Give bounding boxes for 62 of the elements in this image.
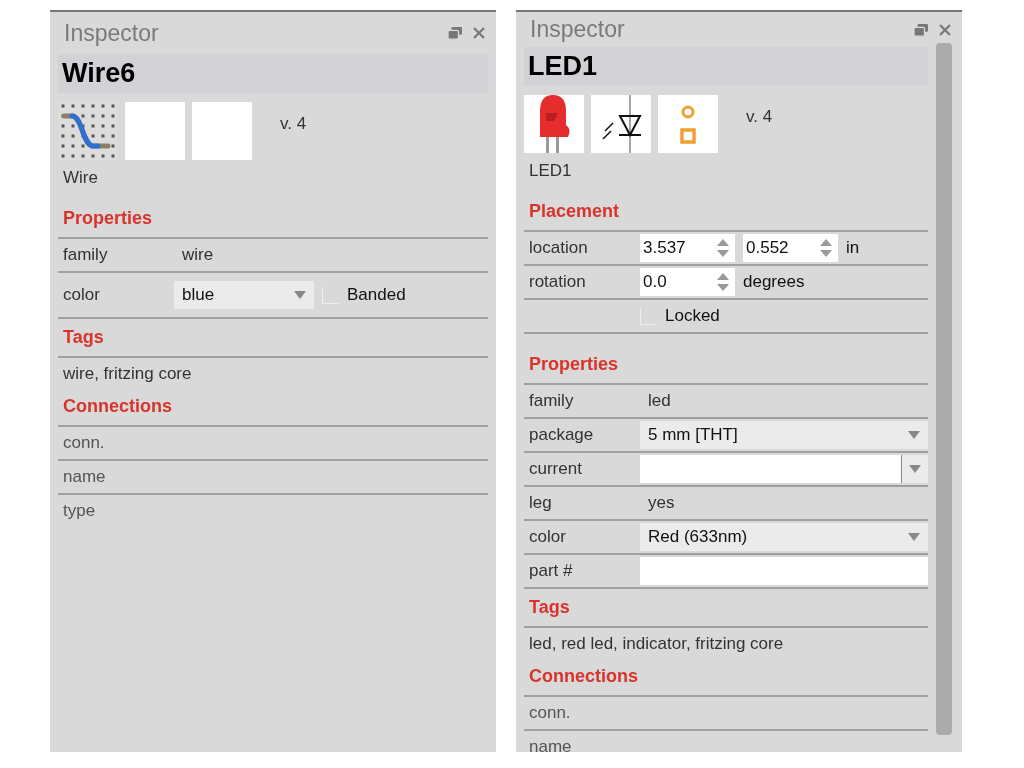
spin-arrows-icon: [820, 239, 832, 257]
unit-label: degrees: [743, 272, 805, 292]
connection-label: conn.: [529, 703, 571, 723]
property-value: wire: [181, 245, 214, 265]
close-icon[interactable]: [938, 22, 952, 37]
tags-text: led, red led, indicator, fritzing core: [529, 634, 784, 653]
caret-icon: [908, 533, 920, 541]
panel-title: Inspector: [64, 19, 159, 47]
caret-icon: [294, 291, 306, 299]
part-label: LED1: [529, 161, 573, 181]
caret-icon: [908, 431, 920, 439]
spin-box[interactable]: 3.537: [640, 234, 735, 262]
combo-box[interactable]: [640, 455, 928, 483]
connection-label: type: [63, 501, 96, 521]
part-name: Wire6: [58, 54, 488, 93]
section-heading: Properties: [524, 334, 928, 385]
version-label: v. 4: [746, 107, 773, 127]
part-label: Wire: [63, 168, 99, 188]
spin-box[interactable]: 0.552: [743, 234, 838, 262]
checkbox-label: Banded: [347, 285, 406, 305]
connection-label: name: [63, 467, 106, 487]
blank-image: [125, 102, 185, 160]
property-label: leg: [529, 493, 553, 513]
pcb-pads-icon: [680, 104, 696, 144]
scrollbar-thumb[interactable]: [936, 43, 952, 735]
property-label: family: [529, 391, 575, 411]
section-heading: Connections: [524, 658, 928, 697]
float-icon[interactable]: [447, 26, 463, 40]
section-heading: Tags: [58, 319, 488, 358]
close-icon[interactable]: [472, 26, 486, 40]
section-heading: Properties: [58, 188, 488, 239]
property-label: part #: [529, 561, 574, 581]
property-label: package: [529, 425, 595, 445]
property-label: rotation: [529, 272, 587, 292]
version-label: v. 4: [280, 114, 307, 134]
section-heading: Tags: [524, 589, 928, 628]
tags-text: wire, fritzing core: [63, 364, 192, 383]
connection-label: name: [529, 737, 572, 752]
dropdown[interactable]: 5 mm [THT]: [640, 421, 928, 449]
dropdown[interactable]: blue: [174, 281, 314, 309]
float-icon[interactable]: [913, 22, 929, 37]
spin-arrows-icon: [717, 273, 729, 291]
input-field[interactable]: [640, 557, 928, 585]
property-label: family: [63, 245, 109, 265]
section-heading: Placement: [524, 181, 928, 232]
blank-image: [192, 102, 252, 160]
property-label: current: [529, 459, 583, 479]
property-value: yes: [647, 493, 675, 513]
section-heading: Connections: [58, 388, 488, 427]
property-label: color: [63, 285, 101, 305]
connection-label: conn.: [63, 433, 105, 453]
dropdown[interactable]: Red (633nm): [640, 523, 928, 551]
checkbox-label: Locked: [665, 306, 720, 326]
caret-icon: [909, 465, 921, 473]
panel-title: Inspector: [530, 16, 625, 43]
spin-box[interactable]: 0.0: [640, 268, 735, 296]
spin-arrows-icon: [717, 239, 729, 257]
unit-label: in: [846, 238, 860, 258]
property-label: location: [529, 238, 589, 258]
part-name: LED1: [524, 47, 928, 86]
property-value: led: [647, 391, 671, 411]
property-label: color: [529, 527, 567, 547]
